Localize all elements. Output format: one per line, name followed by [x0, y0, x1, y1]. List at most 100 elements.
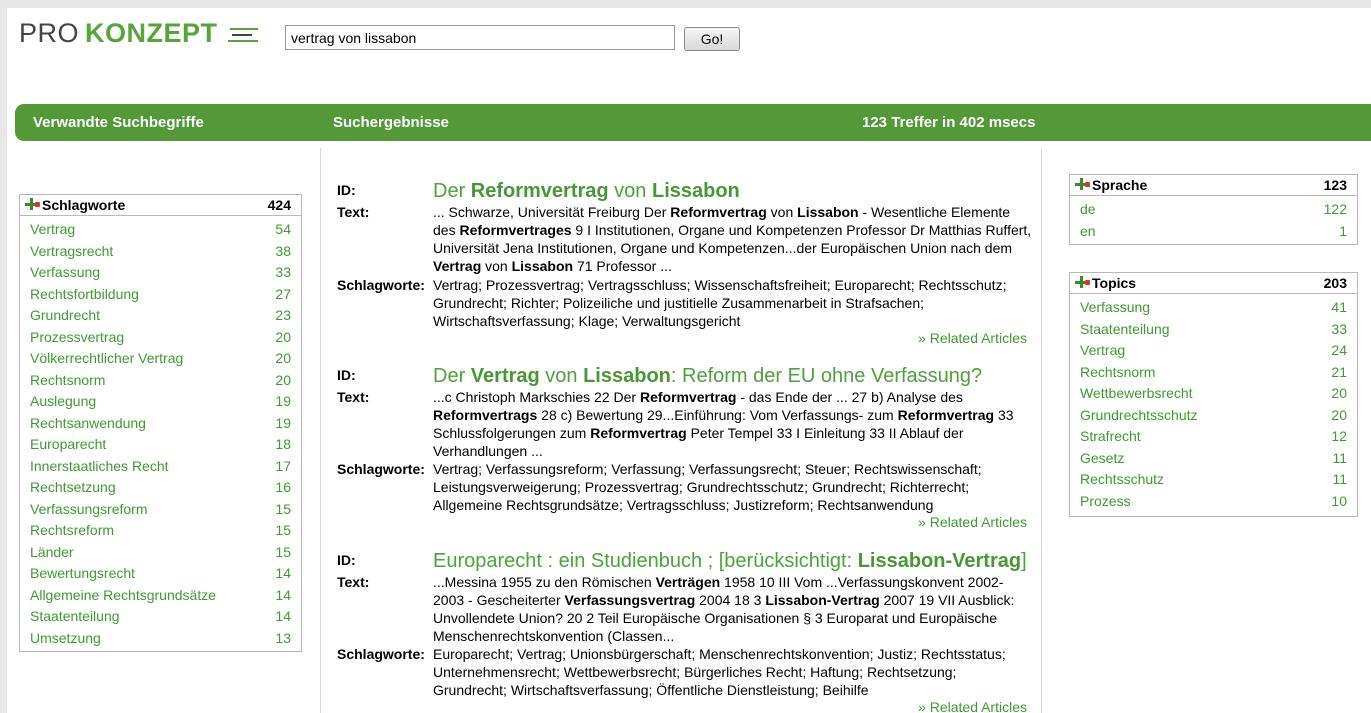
facet-item-term[interactable]: Prozess	[1080, 493, 1131, 509]
facet-item-count: 15	[275, 522, 291, 538]
highlighted-term: Verfassungsvertrag	[564, 592, 696, 608]
text-segment: 2004 18 3	[695, 592, 766, 608]
result-title-link[interactable]: Europarecht : ein Studienbuch ; [berücks…	[433, 549, 1027, 573]
topics-facet-header[interactable]: Topics 203	[1070, 273, 1357, 294]
facet-item-term[interactable]: Vertrag	[30, 221, 75, 237]
facet-item-count: 20	[275, 350, 291, 366]
facet-item[interactable]: Rechtsnorm 21	[1070, 362, 1357, 384]
facet-item-term[interactable]: Vertrag	[1080, 342, 1125, 358]
facet-item[interactable]: Allgemeine Rechtsgrundsätze 14	[20, 585, 301, 607]
facet-item-count: 24	[1331, 342, 1347, 358]
facet-item[interactable]: Rechtsschutz 11	[1070, 469, 1357, 491]
related-articles-link[interactable]: » Related Articles	[918, 329, 1027, 347]
facet-item[interactable]: Rechtsreform 15	[20, 520, 301, 542]
facet-item[interactable]: Grundrecht 23	[20, 305, 301, 327]
facet-item-term[interactable]: Rechtsnorm	[1080, 364, 1155, 380]
language-facet-header[interactable]: Sprache 123	[1070, 175, 1357, 196]
highlighted-term: Verträgen	[655, 574, 721, 590]
facet-item[interactable]: Staatenteilung 33	[1070, 319, 1357, 341]
facet-item-count: 14	[275, 565, 291, 581]
facet-item-term[interactable]: Umsetzung	[30, 630, 101, 646]
facet-item-count: 15	[275, 543, 291, 560]
facet-item-term[interactable]: Verfassung	[1080, 299, 1150, 315]
result-text: ...c Christoph Markschies 22 Der Reformv…	[433, 388, 1033, 460]
facet-item[interactable]: Verfassung 33	[20, 262, 301, 284]
result-title-link[interactable]: Der Vertrag von Lissabon: Reform der EU …	[433, 364, 982, 388]
facet-item[interactable]: Völkerrechtlicher Vertrag 20	[20, 348, 301, 370]
facet-item-term[interactable]: Rechtsreform	[30, 522, 114, 538]
facet-item-count: 33	[1331, 320, 1347, 337]
facet-item[interactable]: Verfassungsreform 15	[20, 499, 301, 521]
facet-item-term[interactable]: Rechtsetzung	[30, 479, 116, 495]
highlighted-term: Lissabon	[583, 365, 671, 387]
facet-item[interactable]: Vertrag 54	[20, 219, 301, 241]
text-segment: von	[766, 204, 798, 220]
facet-item-count: 38	[275, 242, 291, 259]
facet-item-term[interactable]: Rechtsfortbildung	[30, 286, 139, 302]
facet-item-term[interactable]: Bewertungsrecht	[30, 565, 135, 581]
facet-item-count: 11	[1332, 449, 1347, 466]
facet-item-term[interactable]: en	[1080, 223, 1096, 239]
facet-item-count: 20	[1331, 406, 1347, 423]
facet-item-term[interactable]: Verfassungsreform	[30, 501, 148, 517]
keywords-facet-header[interactable]: Schlagworte 424	[20, 195, 301, 216]
related-articles-link[interactable]: » Related Articles	[918, 698, 1027, 713]
facet-item-term[interactable]: Rechtsschutz	[1080, 471, 1164, 487]
facet-item[interactable]: Wettbewerbsrecht 20	[1070, 383, 1357, 405]
logo[interactable]: PRO KONZEPT	[19, 20, 258, 47]
facet-item[interactable]: Umsetzung 13	[20, 628, 301, 650]
facet-item[interactable]: Rechtsetzung 16	[20, 477, 301, 499]
related-articles-link[interactable]: » Related Articles	[918, 513, 1027, 531]
text-segment: Der	[433, 365, 471, 387]
facet-item[interactable]: Europarecht 18	[20, 434, 301, 456]
facet-item-count: 33	[275, 264, 291, 280]
facet-item[interactable]: Verfassung 41	[1070, 297, 1357, 319]
facet-item[interactable]: Prozessvertrag 20	[20, 327, 301, 349]
facet-item-term[interactable]: Vertragsrecht	[30, 243, 113, 259]
facet-item-term[interactable]: Länder	[30, 544, 74, 560]
result-title-link[interactable]: Der Reformvertrag von Lissabon	[433, 179, 740, 203]
facet-item[interactable]: Vertrag 24	[1070, 340, 1357, 362]
expand-plus-icon[interactable]	[1075, 276, 1090, 288]
facet-item-term[interactable]: Innerstaatliches Recht	[30, 458, 169, 474]
facet-item-term[interactable]: Auslegung	[30, 393, 96, 409]
facet-item-term[interactable]: de	[1080, 201, 1096, 217]
facet-item-term[interactable]: Grundrecht	[30, 307, 100, 323]
facet-item[interactable]: Prozess 10	[1070, 491, 1357, 513]
facet-item[interactable]: Länder 15	[20, 542, 301, 564]
facet-item-term[interactable]: Staatenteilung	[30, 608, 120, 624]
facet-item[interactable]: Innerstaatliches Recht 17	[20, 456, 301, 478]
facet-item[interactable]: Rechtsanwendung 19	[20, 413, 301, 435]
facet-item-term[interactable]: Europarecht	[30, 436, 106, 452]
search-input[interactable]	[285, 25, 675, 50]
facet-item[interactable]: Bewertungsrecht 14	[20, 563, 301, 585]
keywords-facet-box: Schlagworte 424 Vertrag 54 Vertragsrecht 38…	[19, 194, 302, 652]
facet-item[interactable]: Grundrechtsschutz 20	[1070, 405, 1357, 427]
facet-item[interactable]: Auslegung 19	[20, 391, 301, 413]
facet-item-term[interactable]: Rechtsanwendung	[30, 415, 146, 431]
facet-item[interactable]: Rechtsnorm 20	[20, 370, 301, 392]
go-button[interactable]: Go!	[684, 27, 740, 51]
facet-item-term[interactable]: Strafrecht	[1080, 428, 1141, 444]
facet-item[interactable]: en 1	[1070, 221, 1357, 243]
language-facet-list: de 122 en 1	[1070, 196, 1357, 242]
facet-item-term[interactable]: Verfassung	[30, 264, 100, 280]
facet-item-term[interactable]: Rechtsnorm	[30, 372, 105, 388]
expand-plus-icon[interactable]	[25, 198, 40, 210]
facet-item[interactable]: Staatenteilung 14	[20, 606, 301, 628]
facet-item-term[interactable]: Staatenteilung	[1080, 321, 1170, 337]
facet-item-term[interactable]: Grundrechtsschutz	[1080, 407, 1198, 423]
expand-plus-icon[interactable]	[1075, 178, 1090, 190]
facet-item[interactable]: Gesetz 11	[1070, 448, 1357, 470]
facet-item-term[interactable]: Wettbewerbsrecht	[1080, 385, 1193, 401]
facet-item[interactable]: de 122	[1070, 199, 1357, 221]
facet-item[interactable]: Strafrecht 12	[1070, 426, 1357, 448]
facet-item-term[interactable]: Völkerrechtlicher Vertrag	[30, 350, 183, 366]
facet-item-term[interactable]: Prozessvertrag	[30, 329, 124, 345]
facet-item-term[interactable]: Allgemeine Rechtsgrundsätze	[30, 587, 216, 603]
search-results-heading: Suchergebnisse	[333, 114, 449, 131]
facet-item[interactable]: Rechtsfortbildung 27	[20, 284, 301, 306]
facet-item[interactable]: Vertragsrecht 38	[20, 241, 301, 263]
facet-item-term[interactable]: Gesetz	[1080, 450, 1124, 466]
highlighted-term: Reformvertrag	[590, 425, 687, 441]
